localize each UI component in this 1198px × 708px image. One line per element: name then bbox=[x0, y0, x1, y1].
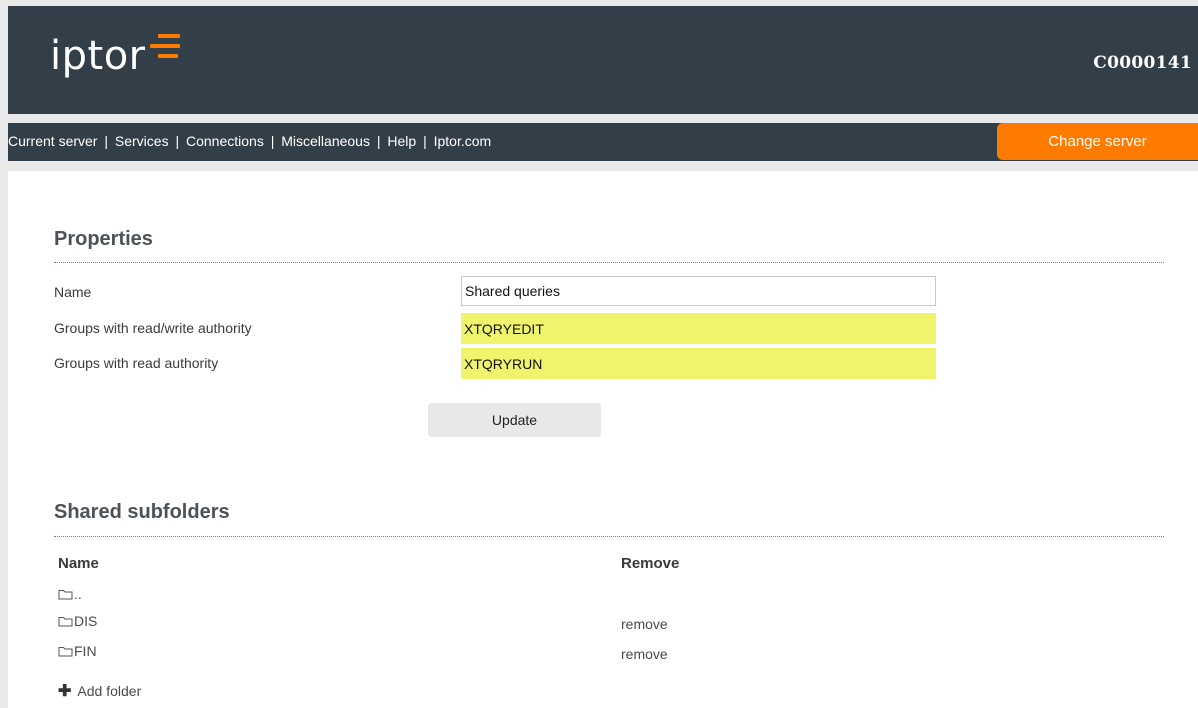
nav-separator: | bbox=[423, 133, 427, 149]
section-divider bbox=[54, 262, 1164, 263]
folder-icon bbox=[58, 647, 73, 657]
plus-icon: ✚ bbox=[58, 683, 72, 700]
column-header-name: Name bbox=[58, 555, 99, 572]
nav-links: Current server | Services | Connections … bbox=[8, 133, 491, 149]
add-folder-link[interactable]: ✚ Add folder bbox=[58, 681, 141, 701]
rw-authority-label: Groups with read/write authority bbox=[54, 320, 252, 336]
name-field[interactable] bbox=[461, 276, 936, 306]
name-label: Name bbox=[54, 284, 92, 300]
iptor-logo[interactable]: iptor bbox=[50, 32, 190, 92]
column-header-remove: Remove bbox=[621, 555, 680, 572]
nav-separator: | bbox=[104, 133, 108, 149]
main-content: Properties Name Groups with read/write a… bbox=[8, 171, 1198, 708]
folder-name: DIS bbox=[74, 613, 98, 629]
change-server-button[interactable]: Change server bbox=[997, 123, 1198, 160]
properties-title: Properties bbox=[54, 228, 153, 250]
nav-bar: Current server | Services | Connections … bbox=[8, 123, 1198, 161]
nav-separator: | bbox=[175, 133, 180, 149]
logo-text: iptor bbox=[50, 33, 146, 79]
logo-mark-icon bbox=[149, 34, 190, 64]
remove-fin-link[interactable]: remove bbox=[621, 646, 668, 662]
subfolders-title: Shared subfolders bbox=[54, 501, 230, 523]
nav-link-help[interactable]: Help bbox=[387, 133, 416, 149]
nav-link-connections[interactable]: Connections bbox=[186, 133, 264, 149]
nav-separator: | bbox=[270, 133, 275, 149]
folder-row-fin[interactable]: FIN bbox=[58, 643, 97, 659]
folder-row-dis[interactable]: DIS bbox=[58, 613, 97, 629]
nav-link-iptor-com[interactable]: Iptor.com bbox=[434, 133, 492, 149]
add-folder-label: Add folder bbox=[77, 683, 142, 699]
read-authority-label: Groups with read authority bbox=[54, 355, 219, 371]
rw-authority-field[interactable] bbox=[461, 313, 936, 344]
remove-dis-link[interactable]: remove bbox=[621, 616, 668, 632]
folder-name: FIN bbox=[74, 643, 97, 659]
nav-link-current-server[interactable]: Current server bbox=[8, 133, 97, 149]
nav-link-services[interactable]: Services bbox=[115, 133, 169, 149]
read-authority-field[interactable] bbox=[461, 348, 936, 379]
section-divider bbox=[54, 536, 1164, 537]
nav-link-miscellaneous[interactable]: Miscellaneous bbox=[281, 133, 370, 149]
app-header: iptor C0000141 bbox=[8, 6, 1198, 114]
folder-icon bbox=[58, 617, 73, 627]
folder-name: .. bbox=[74, 586, 82, 602]
server-id: C0000141 bbox=[1093, 53, 1192, 73]
nav-separator: | bbox=[376, 133, 381, 149]
update-button[interactable]: Update bbox=[428, 403, 601, 437]
folder-icon bbox=[58, 590, 73, 600]
folder-row-parent[interactable]: .. bbox=[58, 586, 82, 602]
